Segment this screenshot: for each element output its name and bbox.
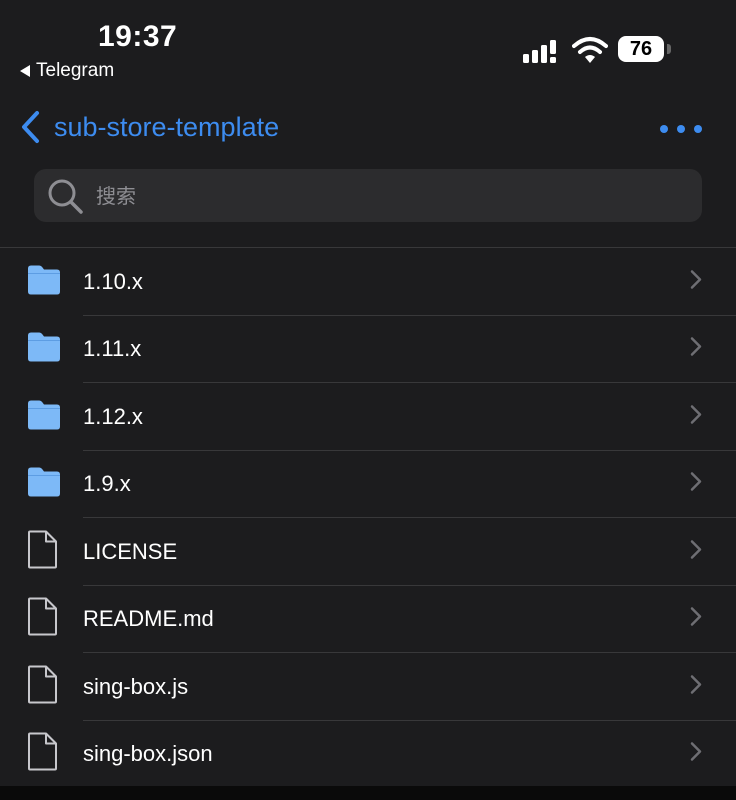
document-icon [26, 732, 58, 777]
file-row[interactable]: sing-box.json [0, 721, 736, 789]
folder-icon [26, 398, 62, 435]
item-name: 1.12.x [83, 403, 143, 429]
chevron-right-icon [690, 742, 702, 767]
battery-indicator: 76 [618, 36, 672, 64]
folder-row[interactable]: 1.11.x [0, 316, 736, 383]
file-list: 1.10.x 1.11.x 1.12.x 1.9.x LICENSE README.md s… [0, 248, 736, 788]
item-name: sing-box.js [83, 673, 189, 699]
files-screen: 19:37 Telegram 76 sub-store-template 搜索 … [0, 0, 736, 800]
chevron-right-icon [690, 337, 702, 362]
folder-row[interactable]: 1.12.x [0, 383, 736, 451]
file-row[interactable]: sing-box.js [0, 653, 736, 721]
folder-icon [26, 331, 62, 368]
search-input[interactable] [94, 182, 658, 209]
item-name: 1.9.x [83, 471, 131, 497]
cellular-signal-icon [523, 40, 556, 63]
chevron-right-icon [690, 269, 702, 294]
item-name: LICENSE [83, 538, 178, 564]
document-icon [26, 597, 58, 642]
chevron-right-icon [690, 607, 702, 632]
item-name: sing-box.json [83, 741, 213, 767]
bottom-edge [0, 786, 736, 800]
folder-icon [26, 263, 62, 300]
back-button[interactable]: sub-store-template [20, 110, 279, 144]
chevron-left-icon [22, 111, 39, 143]
battery-tip [667, 44, 671, 54]
more-dot [660, 125, 668, 133]
more-dot [694, 125, 702, 133]
more-dot [677, 125, 685, 133]
file-row[interactable]: README.md [0, 586, 736, 653]
battery-level: 76 [618, 36, 664, 62]
folder-row[interactable]: 1.9.x [0, 451, 736, 518]
item-name: 1.10.x [83, 268, 143, 294]
more-options-button[interactable] [660, 118, 702, 140]
search-icon [48, 179, 83, 214]
folder-row[interactable]: 1.10.x [0, 248, 736, 316]
status-time: 19:37 [98, 20, 178, 53]
search-bar[interactable] [34, 169, 702, 222]
chevron-right-icon [690, 472, 702, 497]
chevron-right-icon [690, 674, 702, 699]
document-icon [26, 664, 58, 709]
file-row[interactable]: LICENSE [0, 518, 736, 586]
chevron-right-icon [690, 404, 702, 429]
item-name: 1.11.x [83, 336, 142, 362]
item-name: README.md [83, 606, 214, 632]
back-app-label: Telegram [36, 60, 115, 81]
back-triangle-icon [20, 65, 30, 77]
folder-icon [26, 466, 62, 503]
folder-title: sub-store-template [54, 111, 280, 142]
wifi-icon [572, 37, 608, 63]
back-to-app-link[interactable]: Telegram [20, 60, 114, 82]
document-icon [26, 529, 58, 574]
chevron-right-icon [690, 539, 702, 564]
